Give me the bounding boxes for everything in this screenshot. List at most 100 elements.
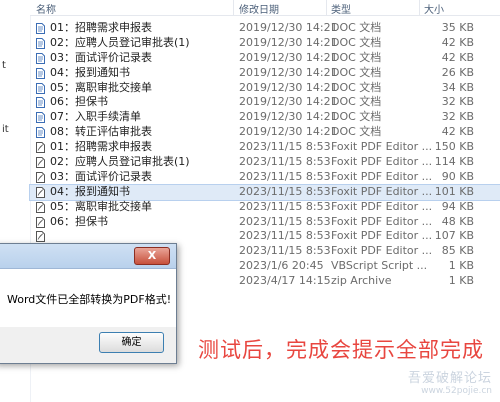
file-type: Foxit PDF Editor ...	[331, 155, 433, 169]
header-size[interactable]: 大小	[424, 1, 444, 16]
pdf-icon	[36, 231, 45, 243]
file-name: 02：应聘人员登记审批表(1)	[50, 155, 190, 169]
file-type: DOC 文档	[331, 50, 382, 64]
message-dialog: X Word文件已全部转换为PDF格式! 确定	[0, 243, 177, 364]
file-name: 01：招聘需求申报表	[50, 140, 152, 154]
doc-icon	[36, 127, 45, 139]
file-size: 32 KB	[441, 95, 474, 109]
file-type: Foxit PDF Editor ...	[331, 169, 433, 183]
file-type: DOC 文档	[331, 95, 382, 109]
file-date: 2023/11/15 8:53	[239, 184, 331, 198]
file-size: 32 KB	[441, 110, 474, 124]
file-size: 150 KB	[434, 140, 474, 154]
pdf-icon	[36, 171, 45, 183]
header-date[interactable]: 修改日期	[239, 1, 279, 16]
watermark-title: 吾爱破解论坛	[407, 371, 492, 386]
file-name: 07：入职手续清单	[50, 110, 141, 124]
file-name: 06：担保书	[50, 214, 108, 228]
header-type[interactable]: 类型	[331, 1, 351, 16]
file-type: DOC 文档	[331, 110, 382, 124]
file-size: 114 KB	[434, 155, 474, 169]
file-size: 90 KB	[441, 169, 474, 183]
file-row[interactable]: 05：离职审批交接单 2023/11/15 8:53 Foxit PDF Edito…	[30, 200, 500, 215]
file-type: Foxit PDF Editor ...	[331, 199, 433, 213]
file-type: zip Archive	[331, 274, 392, 288]
file-name: 05：离职审批交接单	[50, 80, 152, 94]
nav-stub-1: t	[2, 60, 6, 71]
pdf-icon	[36, 216, 45, 228]
file-size: 35 KB	[441, 21, 474, 34]
file-row[interactable]: 04：报到通知书 2023/11/15 8:53 Foxit PDF Editor …	[29, 183, 500, 201]
file-row[interactable]: 04：报到通知书 2019/12/30 14:21 DOC 文档 26 KB	[30, 66, 500, 81]
file-date: 2023/11/15 8:53	[239, 140, 331, 154]
file-row[interactable]: 01：招聘需求申报表 2023/11/15 8:53 Foxit PDF Edito…	[30, 140, 500, 155]
ok-button[interactable]: 确定	[99, 332, 164, 353]
annotation-text: 测试后，完成会提示全部完成	[198, 338, 484, 362]
file-size: 42 KB	[441, 125, 474, 139]
header-name[interactable]: 名称	[36, 1, 56, 16]
file-type: Foxit PDF Editor ...	[331, 140, 433, 154]
file-type: DOC 文档	[331, 35, 382, 49]
file-name: 04：报到通知书	[50, 184, 130, 198]
file-type: Foxit PDF Editor ...	[331, 229, 433, 243]
file-date: 2019/12/30 14:21	[239, 21, 338, 34]
file-name: 01：招聘需求申报表	[50, 21, 152, 34]
header-divider[interactable]	[419, 0, 420, 15]
dialog-title-bar[interactable]: X	[0, 244, 176, 269]
header-divider[interactable]	[326, 0, 327, 15]
watermark: 吾爱破解论坛 www.52pojie.cn	[408, 367, 492, 396]
pdf-icon	[36, 157, 45, 169]
file-size: 42 KB	[441, 50, 474, 64]
close-button[interactable]: X	[134, 247, 170, 265]
file-size: 1 KB	[448, 274, 474, 288]
file-row[interactable]: 02：应聘人员登记审批表(1) 2023/11/15 8:53 Foxit PDF …	[30, 155, 500, 170]
file-date: 2019/12/30 14:21	[239, 110, 338, 124]
file-row[interactable]: 05：离职审批交接单 2019/12/30 14:21 DOC 文档 34 KB	[30, 81, 500, 96]
file-row[interactable]: 03：面试评价记录表 2023/11/15 8:53 Foxit PDF Edito…	[30, 170, 500, 185]
doc-icon	[36, 52, 45, 64]
file-size: 48 KB	[441, 214, 474, 228]
file-row[interactable]: 08：转正评估审批表 2019/12/30 14:21 DOC 文档 42 KB	[30, 125, 500, 140]
file-name: 02：应聘人员登记审批表(1)	[50, 35, 190, 49]
file-type: DOC 文档	[331, 80, 382, 94]
doc-icon	[36, 37, 45, 49]
file-size: 101 KB	[434, 184, 474, 198]
header-divider[interactable]	[233, 0, 234, 15]
file-type: DOC 文档	[331, 125, 382, 139]
file-date: 2023/4/17 14:15	[239, 274, 331, 288]
doc-icon	[36, 97, 45, 109]
file-type: Foxit PDF Editor ...	[331, 214, 433, 228]
file-size: 94 KB	[441, 199, 474, 213]
file-size: 107 KB	[434, 229, 474, 243]
file-date: 2019/12/30 14:21	[239, 95, 338, 109]
file-name: 08：转正评估审批表	[50, 125, 152, 139]
file-size: 1 KB	[448, 259, 474, 273]
file-date: 2023/11/15 8:53	[239, 169, 331, 183]
file-date: 2023/11/15 8:53	[239, 155, 331, 169]
file-type: VBScript Script ...	[331, 259, 428, 273]
file-type: Foxit PDF Editor ...	[331, 244, 433, 258]
file-name: 03：面试评价记录表	[50, 50, 152, 64]
file-row[interactable]: 06：担保书 2023/11/15 8:53 Foxit PDF Editor ..…	[30, 215, 500, 230]
file-row[interactable]: 02：应聘人员登记审批表(1) 2019/12/30 14:21 DOC 文档 42 …	[30, 36, 500, 51]
doc-icon	[36, 82, 45, 94]
file-date: 2019/12/30 14:21	[239, 125, 338, 139]
file-name: 05：离职审批交接单	[50, 199, 152, 213]
nav-stub-2: it	[2, 124, 9, 135]
watermark-url: www.52pojie.cn	[421, 386, 492, 396]
file-row[interactable]: 01：招聘需求申报表 2019/12/30 14:21 DOC 文档 35 KB	[30, 21, 500, 36]
doc-icon	[36, 23, 45, 34]
file-type: DOC 文档	[331, 65, 382, 79]
dialog-body: Word文件已全部转换为PDF格式!	[0, 269, 176, 327]
file-date: 2023/11/15 8:53	[239, 244, 331, 258]
doc-icon	[36, 67, 45, 79]
file-row[interactable]: 07：入职手续清单 2019/12/30 14:21 DOC 文档 32 KB	[30, 110, 500, 125]
doc-icon	[36, 112, 45, 124]
file-name: 04：报到通知书	[50, 65, 130, 79]
file-date: 2023/1/6 20:45	[239, 259, 324, 273]
dialog-message: Word文件已全部转换为PDF格式!	[7, 293, 172, 306]
file-row[interactable]: 03：面试评价记录表 2019/12/30 14:21 DOC 文档 42 KB	[30, 51, 500, 66]
pdf-icon	[36, 186, 45, 198]
file-row[interactable]: 06：担保书 2019/12/30 14:21 DOC 文档 32 KB	[30, 95, 500, 110]
pdf-icon	[36, 201, 45, 213]
